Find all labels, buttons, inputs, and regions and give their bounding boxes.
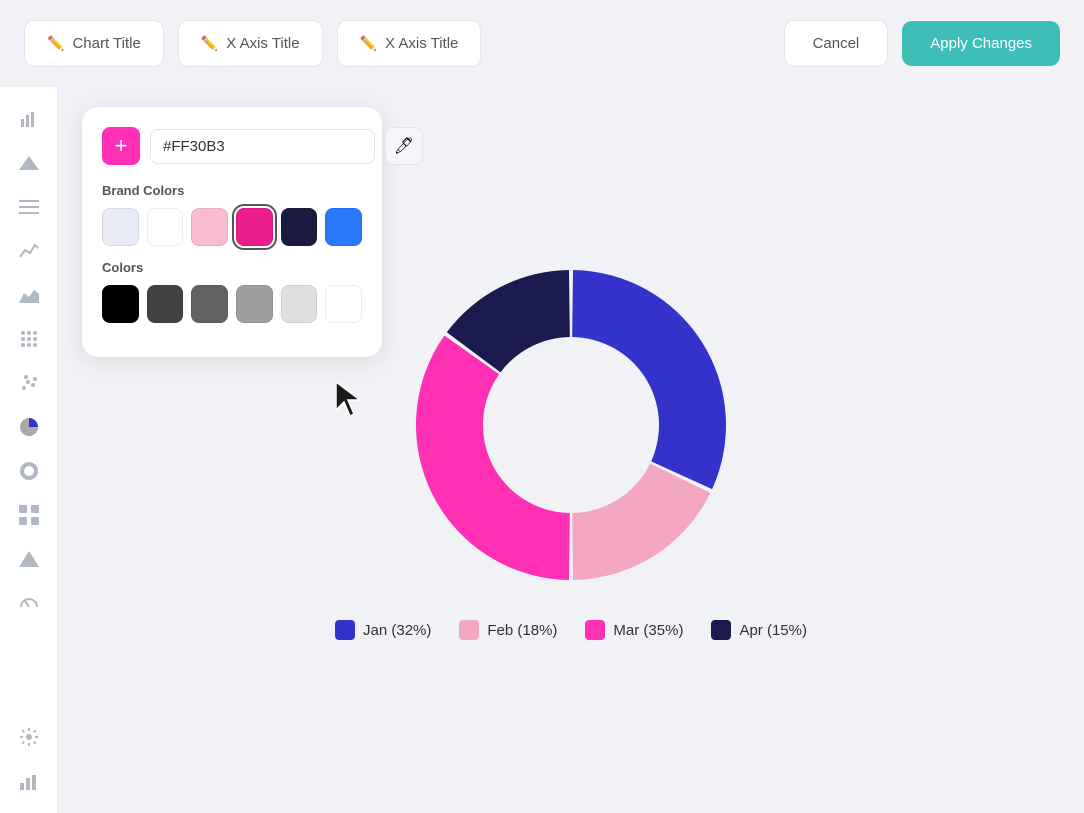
legend-swatch-mar: [585, 620, 605, 640]
donut-chart: [331, 240, 811, 610]
mountain-chart-icon[interactable]: [13, 147, 45, 179]
cp-add-label: +: [115, 133, 128, 159]
brand-swatch-bright-blue[interactable]: [325, 208, 362, 246]
x-axis-title-button-1[interactable]: ✏️ X Axis Title: [178, 20, 323, 67]
brand-swatch-light-pink[interactable]: [191, 208, 228, 246]
settings-bottom-icon[interactable]: [13, 721, 45, 753]
brand-swatch-light-lavender[interactable]: [102, 208, 139, 246]
cp-eyedrop-button[interactable]: 🖊: [385, 127, 423, 165]
legend-item-mar: Mar (35%): [585, 620, 683, 640]
colors-row: [102, 285, 362, 323]
dot-grid-icon[interactable]: [13, 323, 45, 355]
legend-swatch-apr: [711, 620, 731, 640]
apply-label: Apply Changes: [930, 35, 1032, 52]
chart-container: Jan (32%) Feb (18%) Mar (35%) Apr (15%): [331, 280, 811, 640]
colors-label: Colors: [102, 260, 362, 275]
legend-item-feb: Feb (18%): [459, 620, 557, 640]
apply-changes-button[interactable]: Apply Changes: [902, 21, 1060, 66]
brand-colors-label: Brand Colors: [102, 183, 362, 198]
brand-swatch-hot-pink[interactable]: [236, 208, 273, 246]
cancel-button[interactable]: Cancel: [784, 20, 889, 67]
legend-item-apr: Apr (15%): [711, 620, 807, 640]
content-area: + 🖊 Brand Colors Colors: [58, 87, 1084, 813]
color-swatch-medium-gray[interactable]: [191, 285, 228, 323]
legend-swatch-jan: [335, 620, 355, 640]
legend-label-apr: Apr (15%): [739, 622, 807, 639]
bar-detail-icon[interactable]: [13, 765, 45, 797]
cp-add-button[interactable]: +: [102, 127, 140, 165]
legend-label-feb: Feb (18%): [487, 622, 557, 639]
color-swatch-light-gray[interactable]: [281, 285, 318, 323]
chart-title-label: Chart Title: [72, 35, 140, 52]
color-swatch-dark-gray[interactable]: [147, 285, 184, 323]
brand-swatch-dark-navy[interactable]: [281, 208, 318, 246]
legend-label-mar: Mar (35%): [613, 622, 683, 639]
pencil-icon: ✏️: [47, 35, 64, 52]
sidebar: [0, 87, 58, 813]
pencil-icon-3: ✏️: [360, 35, 377, 52]
x-axis-title-label-2: X Axis Title: [385, 35, 458, 52]
color-swatch-white2[interactable]: [325, 285, 362, 323]
brand-colors-row: [102, 208, 362, 246]
list-icon[interactable]: [13, 191, 45, 223]
line-chart-icon[interactable]: [13, 235, 45, 267]
chart-legend: Jan (32%) Feb (18%) Mar (35%) Apr (15%): [335, 620, 807, 640]
bar-chart-icon[interactable]: [13, 103, 45, 135]
cp-top-row: + 🖊: [102, 127, 362, 165]
table-grid-icon[interactable]: [13, 499, 45, 531]
legend-label-jan: Jan (32%): [363, 622, 431, 639]
color-swatch-black[interactable]: [102, 285, 139, 323]
circle-icon[interactable]: [13, 455, 45, 487]
cp-hex-input[interactable]: [150, 129, 375, 164]
triangle-icon[interactable]: [13, 543, 45, 575]
top-bar: ✏️ Chart Title ✏️ X Axis Title ✏️ X Axis…: [0, 0, 1084, 87]
legend-item-jan: Jan (32%): [335, 620, 431, 640]
legend-swatch-feb: [459, 620, 479, 640]
color-swatch-gray[interactable]: [236, 285, 273, 323]
pencil-icon-2: ✏️: [201, 35, 218, 52]
cancel-label: Cancel: [813, 35, 860, 52]
main-area: + 🖊 Brand Colors Colors: [0, 87, 1084, 813]
scatter-icon[interactable]: [13, 367, 45, 399]
eyedrop-icon: 🖊: [394, 136, 414, 156]
chart-title-button[interactable]: ✏️ Chart Title: [24, 20, 164, 67]
x-axis-title-label-1: X Axis Title: [226, 35, 299, 52]
color-picker-popup: + 🖊 Brand Colors Colors: [82, 107, 382, 357]
x-axis-title-button-2[interactable]: ✏️ X Axis Title: [337, 20, 482, 67]
gauge-icon[interactable]: [13, 587, 45, 619]
area-chart-icon[interactable]: [13, 279, 45, 311]
pie-chart-icon[interactable]: [13, 411, 45, 443]
brand-swatch-white[interactable]: [147, 208, 184, 246]
